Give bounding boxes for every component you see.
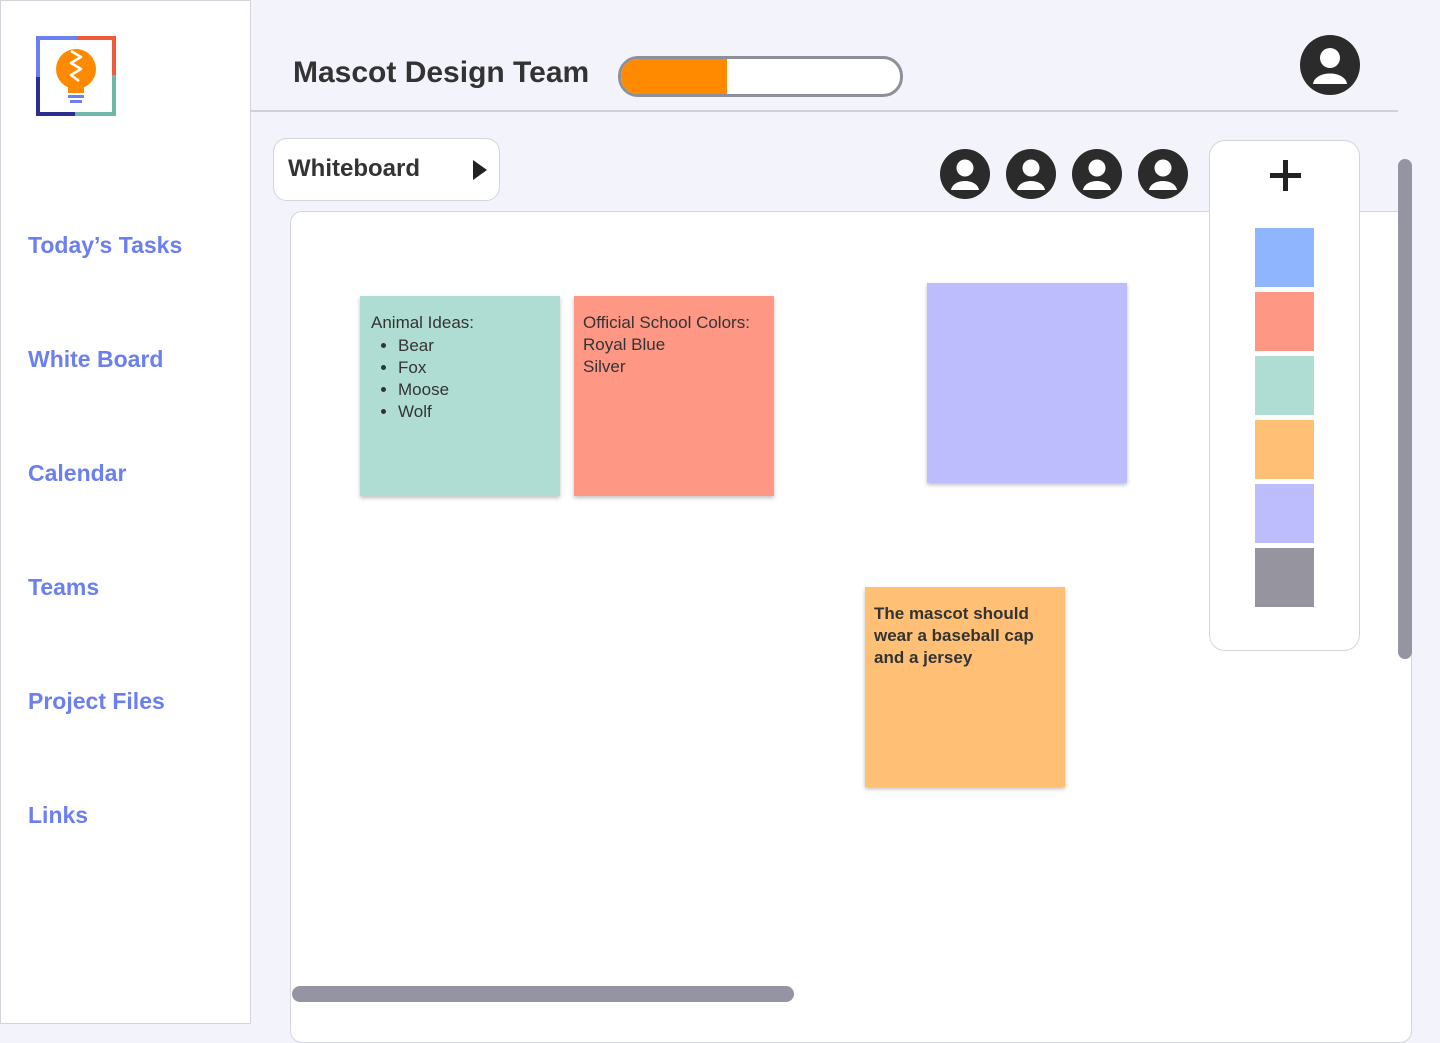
note-line: Official School Colors: <box>583 313 750 332</box>
note-list-item: Fox <box>398 357 449 379</box>
collaborator-avatar-icon[interactable] <box>1137 148 1189 205</box>
board-selector[interactable]: Whiteboard <box>273 138 500 201</box>
color-swatch-red[interactable] <box>1255 292 1314 351</box>
sticky-note-empty[interactable] <box>927 283 1127 483</box>
page-title: Mascot Design Team <box>293 56 590 89</box>
vertical-scrollbar[interactable] <box>1398 159 1412 659</box>
note-list-item: Wolf <box>398 401 449 423</box>
nav-teams[interactable]: Teams <box>28 574 99 601</box>
nav-links[interactable]: Links <box>28 802 88 829</box>
horizontal-scrollbar[interactable] <box>292 986 794 1002</box>
note-line: and a jersey <box>874 648 973 667</box>
note-title: Animal Ideas: <box>371 313 474 332</box>
play-arrow-icon <box>473 160 487 180</box>
progress-bar <box>618 56 903 97</box>
nav-project-files[interactable]: Project Files <box>28 688 165 715</box>
user-avatar-icon[interactable] <box>1299 34 1361 101</box>
collaborator-avatar-icon[interactable] <box>939 148 991 205</box>
note-line: Silver <box>583 357 626 376</box>
sidebar: Today’s Tasks White Board Calendar Teams… <box>0 0 251 1024</box>
nav-white-board[interactable]: White Board <box>28 346 163 373</box>
collaborator-avatar-icon[interactable] <box>1005 148 1057 205</box>
sticky-note-animal-ideas[interactable]: Animal Ideas: Bear Fox Moose Wolf <box>360 296 560 496</box>
note-line: The mascot should <box>874 604 1029 623</box>
color-swatch-teal[interactable] <box>1255 356 1314 415</box>
lightbulb-icon[interactable] <box>35 35 117 117</box>
note-line: Royal Blue <box>583 335 666 354</box>
header-divider <box>250 110 1398 112</box>
note-list: Bear Fox Moose Wolf <box>382 335 449 423</box>
board-selector-label: Whiteboard <box>288 155 420 182</box>
note-list-item: Bear <box>398 335 449 357</box>
color-swatch-orange[interactable] <box>1255 420 1314 479</box>
color-swatch-lavender[interactable] <box>1255 484 1314 543</box>
sticky-note-school-colors[interactable]: Official School Colors: Royal Blue Silve… <box>574 296 774 496</box>
nav-todays-tasks[interactable]: Today’s Tasks <box>28 232 182 259</box>
sticky-note-mascot-idea[interactable]: The mascot should wear a baseball cap an… <box>865 587 1065 787</box>
note-line: wear a baseball cap <box>874 626 1034 645</box>
nav-calendar[interactable]: Calendar <box>28 460 126 487</box>
color-swatch-blue[interactable] <box>1255 228 1314 287</box>
progress-fill <box>621 59 728 94</box>
plus-icon[interactable] <box>1210 141 1359 201</box>
color-swatch-gray[interactable] <box>1255 548 1314 607</box>
color-palette <box>1209 140 1360 651</box>
collaborator-avatar-icon[interactable] <box>1071 148 1123 205</box>
note-list-item: Moose <box>398 379 449 401</box>
